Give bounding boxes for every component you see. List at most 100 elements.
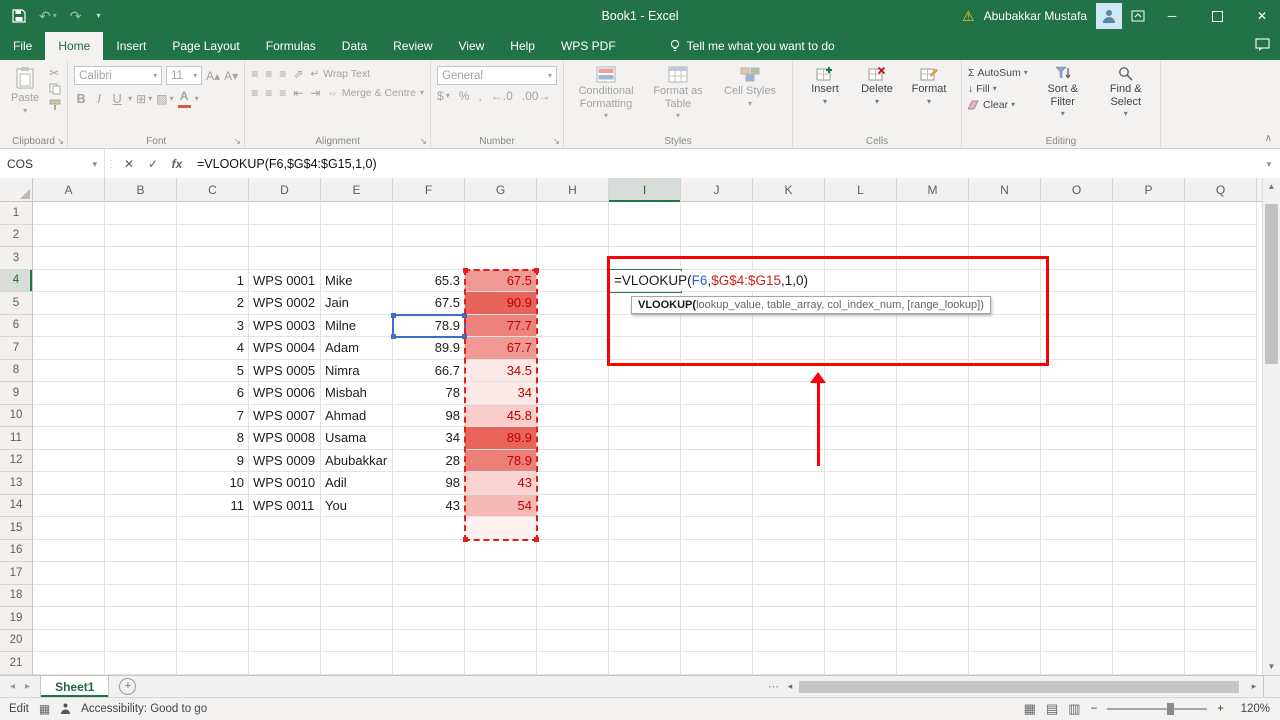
cell-G11[interactable]: 89.9	[465, 427, 537, 450]
cell-O1[interactable]	[1041, 202, 1113, 225]
cell-H8[interactable]	[537, 360, 609, 383]
cell-H2[interactable]	[537, 225, 609, 248]
cell-J1[interactable]	[681, 202, 753, 225]
row-header-1[interactable]: 1	[0, 202, 32, 225]
cell-A8[interactable]	[33, 360, 105, 383]
number-dialog-launcher[interactable]: ↘	[552, 137, 560, 146]
zoom-slider[interactable]	[1107, 708, 1207, 710]
cell-L17[interactable]	[825, 562, 897, 585]
cell-J10[interactable]	[681, 405, 753, 428]
cell-M19[interactable]	[897, 607, 969, 630]
previous-sheet-button[interactable]: ◂	[10, 681, 15, 692]
cell-Q18[interactable]	[1185, 585, 1257, 608]
row-header-14[interactable]: 14	[0, 495, 32, 518]
cell-L21[interactable]	[825, 652, 897, 675]
merge-centre-button[interactable]: ⇔Merge & Centre▾	[327, 87, 424, 99]
cell-O8[interactable]	[1041, 360, 1113, 383]
cell-D10[interactable]: WPS 0007	[249, 405, 321, 428]
number-format-combo[interactable]: General▾	[437, 66, 557, 85]
cell-F21[interactable]	[393, 652, 465, 675]
cell-H6[interactable]	[537, 315, 609, 338]
cell-A1[interactable]	[33, 202, 105, 225]
cell-A21[interactable]	[33, 652, 105, 675]
cell-K21[interactable]	[753, 652, 825, 675]
cell-D5[interactable]: WPS 0002	[249, 292, 321, 315]
insert-function-button[interactable]: fx	[165, 149, 189, 179]
delete-cells-button[interactable]: Delete ▾	[851, 64, 903, 126]
cell-K15[interactable]	[753, 517, 825, 540]
row-header-7[interactable]: 7	[0, 337, 32, 360]
clipboard-dialog-launcher[interactable]: ↘	[57, 137, 65, 146]
cell-Q16[interactable]	[1185, 540, 1257, 563]
column-header-P[interactable]: P	[1113, 178, 1185, 202]
cell-Q7[interactable]	[1185, 337, 1257, 360]
cell-N1[interactable]	[969, 202, 1041, 225]
cell-A9[interactable]	[33, 382, 105, 405]
cell-P3[interactable]	[1113, 247, 1185, 270]
cell-G6[interactable]: 77.7	[465, 315, 537, 338]
cell-M8[interactable]	[897, 360, 969, 383]
cell-N12[interactable]	[969, 450, 1041, 473]
cell-P18[interactable]	[1113, 585, 1185, 608]
column-header-E[interactable]: E	[321, 178, 393, 202]
cell-E17[interactable]	[321, 562, 393, 585]
cell-H21[interactable]	[537, 652, 609, 675]
cell-P16[interactable]	[1113, 540, 1185, 563]
cell-O15[interactable]	[1041, 517, 1113, 540]
conditional-formatting-button[interactable]: Conditional Formatting ▾	[570, 64, 642, 126]
cell-N16[interactable]	[969, 540, 1041, 563]
cell-Q15[interactable]	[1185, 517, 1257, 540]
cell-N3[interactable]	[969, 247, 1041, 270]
cell-J9[interactable]	[681, 382, 753, 405]
cell-O17[interactable]	[1041, 562, 1113, 585]
tab-help[interactable]: Help	[497, 32, 548, 60]
horizontal-scroll-thumb[interactable]	[799, 681, 1239, 693]
cell-L10[interactable]	[825, 405, 897, 428]
cell-H4[interactable]	[537, 270, 609, 293]
cell-J16[interactable]	[681, 540, 753, 563]
cell-N4[interactable]	[969, 270, 1041, 293]
font-name-combo[interactable]: Calibri▾	[74, 66, 162, 85]
cell-O5[interactable]	[1041, 292, 1113, 315]
align-center-icon[interactable]: ≡	[265, 87, 272, 99]
tab-wps-pdf[interactable]: WPS PDF	[548, 32, 629, 60]
cell-I17[interactable]	[609, 562, 681, 585]
cell-E8[interactable]: Nimra	[321, 360, 393, 383]
page-layout-view-icon[interactable]: ▤	[1046, 701, 1058, 717]
row-header-9[interactable]: 9	[0, 382, 32, 405]
cell-F14[interactable]: 43	[393, 495, 465, 518]
cell-J18[interactable]	[681, 585, 753, 608]
cell-E15[interactable]	[321, 517, 393, 540]
formula-bar-grip[interactable]: ⋮	[105, 149, 117, 179]
cell-O18[interactable]	[1041, 585, 1113, 608]
cell-N13[interactable]	[969, 472, 1041, 495]
cell-H5[interactable]	[537, 292, 609, 315]
cell-O4[interactable]	[1041, 270, 1113, 293]
cell-J15[interactable]	[681, 517, 753, 540]
cell-N17[interactable]	[969, 562, 1041, 585]
cell-I11[interactable]	[609, 427, 681, 450]
cell-H1[interactable]	[537, 202, 609, 225]
cell-F17[interactable]	[393, 562, 465, 585]
font-size-combo[interactable]: 11▾	[166, 66, 202, 85]
cell-Q19[interactable]	[1185, 607, 1257, 630]
page-break-view-icon[interactable]: ▥	[1068, 701, 1080, 717]
cell-M6[interactable]	[897, 315, 969, 338]
cell-I9[interactable]	[609, 382, 681, 405]
cell-O21[interactable]	[1041, 652, 1113, 675]
row-header-15[interactable]: 15	[0, 517, 32, 540]
cell-D21[interactable]	[249, 652, 321, 675]
increase-indent-icon[interactable]: ⇥	[310, 87, 320, 99]
cell-C16[interactable]	[177, 540, 249, 563]
cell-O11[interactable]	[1041, 427, 1113, 450]
cell-O14[interactable]	[1041, 495, 1113, 518]
cell-C10[interactable]: 7	[177, 405, 249, 428]
cell-I21[interactable]	[609, 652, 681, 675]
cell-J21[interactable]	[681, 652, 753, 675]
cell-E21[interactable]	[321, 652, 393, 675]
column-header-K[interactable]: K	[753, 178, 825, 202]
cell-F9[interactable]: 78	[393, 382, 465, 405]
cell-P4[interactable]	[1113, 270, 1185, 293]
cell-P14[interactable]	[1113, 495, 1185, 518]
cell-G17[interactable]	[465, 562, 537, 585]
